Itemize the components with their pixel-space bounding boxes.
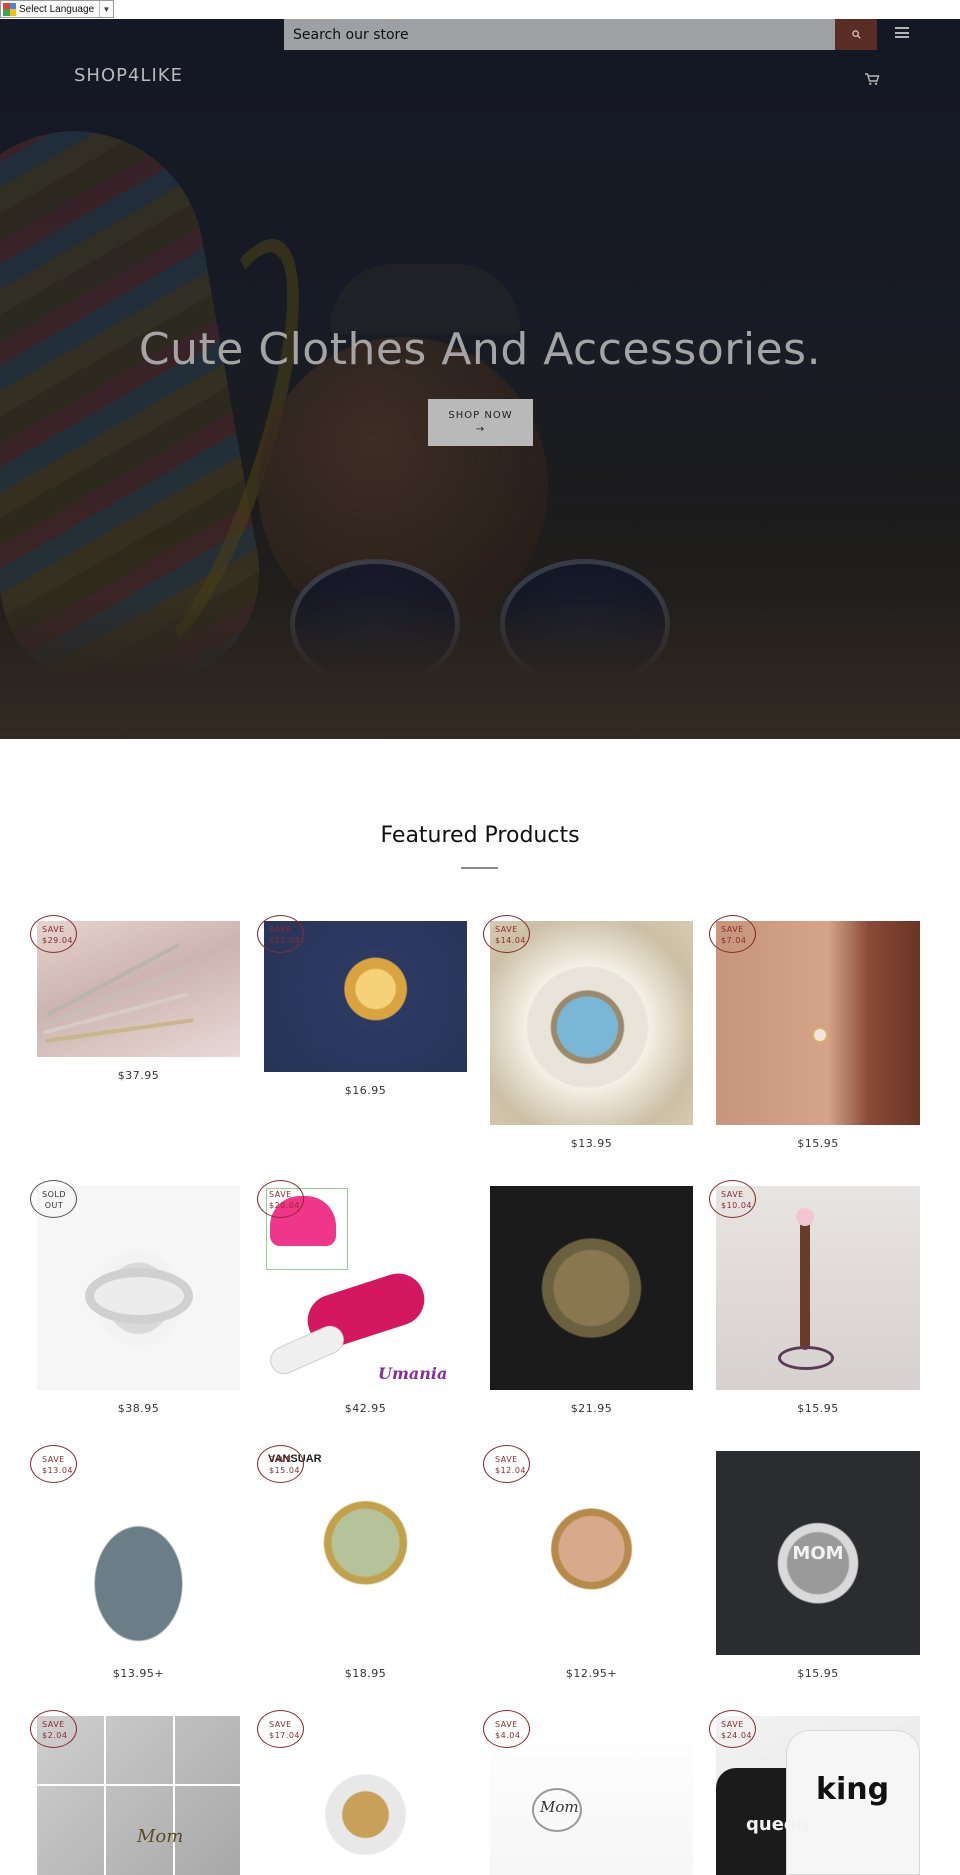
product-image-script-text: Mom xyxy=(137,1826,184,1847)
search-button[interactable] xyxy=(835,19,877,50)
product-image-flower-earring xyxy=(716,921,920,1125)
featured-products-title: Featured Products xyxy=(380,823,580,848)
product-card[interactable]: $21.95 xyxy=(490,1186,693,1416)
hero-title: Cute Clothes And Accessories. xyxy=(138,324,822,375)
sale-badge: SAVE $14.04 xyxy=(483,915,530,953)
product-card[interactable]: $37.95 SAVE $29.04 xyxy=(30,915,240,1091)
sale-badge: SAVE $12.04 xyxy=(483,1445,530,1483)
product-card[interactable]: Mom SAVE $2.04 xyxy=(30,1710,240,1875)
product-image-brand-text: Umania xyxy=(378,1364,448,1383)
language-select-label: Select Language xyxy=(19,3,95,15)
sale-badge: SAVE $29.04 xyxy=(30,915,77,953)
product-price: $15.95 xyxy=(797,1137,839,1150)
product-card[interactable]: $15.95 SAVE $10.04 xyxy=(709,1180,920,1416)
product-price: $42.95 xyxy=(344,1402,387,1415)
menu-icon[interactable] xyxy=(895,27,909,38)
product-card[interactable]: $13.95+ SAVE $13.04 xyxy=(30,1445,240,1681)
product-card[interactable]: MOM $15.95 xyxy=(716,1451,920,1681)
product-card[interactable]: Mom SAVE $4.04 xyxy=(483,1710,693,1875)
sale-badge: SAVE $15.04 xyxy=(257,915,304,953)
product-card[interactable]: queen king SAVE $24.04 xyxy=(709,1710,920,1875)
product-image-pendant-text: MOM xyxy=(792,1543,844,1564)
product-card[interactable]: $15.95 SAVE $7.04 xyxy=(709,915,920,1151)
site-logo[interactable]: SHOP4LIKE xyxy=(74,65,183,86)
product-price: $13.95+ xyxy=(112,1667,165,1680)
sale-badge: SAVE $4.04 xyxy=(483,1710,530,1748)
search-icon xyxy=(851,30,861,39)
title-divider xyxy=(461,867,498,869)
sale-badge: SAVE $13.04 xyxy=(30,1445,77,1483)
search-form xyxy=(284,19,877,50)
product-image-mom-heart-pendant: MOM xyxy=(716,1451,920,1655)
product-price: $12.95+ xyxy=(565,1667,618,1680)
product-card[interactable]: $16.95 SAVE $15.04 xyxy=(257,915,467,1106)
sale-badge: SAVE $2.04 xyxy=(30,1710,77,1748)
search-input[interactable] xyxy=(284,19,835,50)
shop-now-button[interactable]: SHOP NOW → xyxy=(428,399,533,446)
product-image-no-tie-laces xyxy=(37,1451,240,1655)
sale-badge: SAVE $24.04 xyxy=(709,1710,756,1748)
product-price: $38.95 xyxy=(117,1402,160,1415)
sale-badge: SAVE $10.04 xyxy=(709,1180,756,1218)
product-card[interactable]: Umania $42.95 SAVE $20.04 xyxy=(257,1180,467,1416)
product-image-shirt-text-left: queen xyxy=(746,1814,809,1835)
sale-badge: SAVE $7.04 xyxy=(709,915,756,953)
product-price: $15.95 xyxy=(797,1667,839,1680)
product-image-vintage-map-watch xyxy=(490,1451,693,1655)
product-image-resin-ring xyxy=(37,1186,240,1390)
product-card[interactable]: $38.95 SOLD OUT xyxy=(30,1180,240,1416)
product-card[interactable]: SAVE $17.04 xyxy=(257,1710,467,1875)
cart-icon[interactable] xyxy=(864,72,880,86)
product-image-map-wristwatch: VANSUAR xyxy=(264,1451,467,1655)
product-image-drain-flower xyxy=(716,1186,920,1390)
product-image-pink-toy: Umania xyxy=(264,1186,467,1390)
product-card[interactable]: VANSUAR $18.95 SAVE $15.04 xyxy=(257,1445,467,1681)
product-image-world-map-watch xyxy=(490,921,693,1125)
dropdown-arrow-icon: ▼ xyxy=(99,1,113,17)
product-price: $15.95 xyxy=(797,1402,839,1415)
sale-badge: SAVE $15.04 xyxy=(257,1445,304,1483)
product-card[interactable]: $13.95 SAVE $14.04 xyxy=(483,915,693,1151)
arrow-right-icon: → xyxy=(475,424,486,435)
product-image-pocket-watch xyxy=(490,1186,693,1390)
sold-out-badge: SOLD OUT xyxy=(30,1180,77,1218)
hero-banner: SHOP4LIKE Cute Clothes And Accessories. … xyxy=(0,19,960,739)
product-price: $18.95 xyxy=(344,1667,387,1680)
sale-badge: SAVE $17.04 xyxy=(257,1710,304,1748)
language-bar: Select Language ▼ xyxy=(0,0,960,19)
product-price: $16.95 xyxy=(344,1084,387,1097)
product-price: $13.95 xyxy=(570,1137,613,1150)
product-card[interactable]: $12.95+ SAVE $12.04 xyxy=(483,1445,693,1681)
shop-now-label: SHOP NOW xyxy=(448,410,513,421)
product-price: $37.95 xyxy=(117,1069,160,1082)
google-translate-icon xyxy=(3,2,16,16)
sale-badge: SAVE $20.04 xyxy=(257,1180,304,1218)
product-price: $21.95 xyxy=(570,1402,613,1415)
product-image-script-text: Mom xyxy=(540,1798,579,1816)
hero-overlay xyxy=(0,19,960,739)
language-select[interactable]: Select Language ▼ xyxy=(0,0,114,18)
product-image-shirt-text-right: king xyxy=(816,1772,890,1807)
